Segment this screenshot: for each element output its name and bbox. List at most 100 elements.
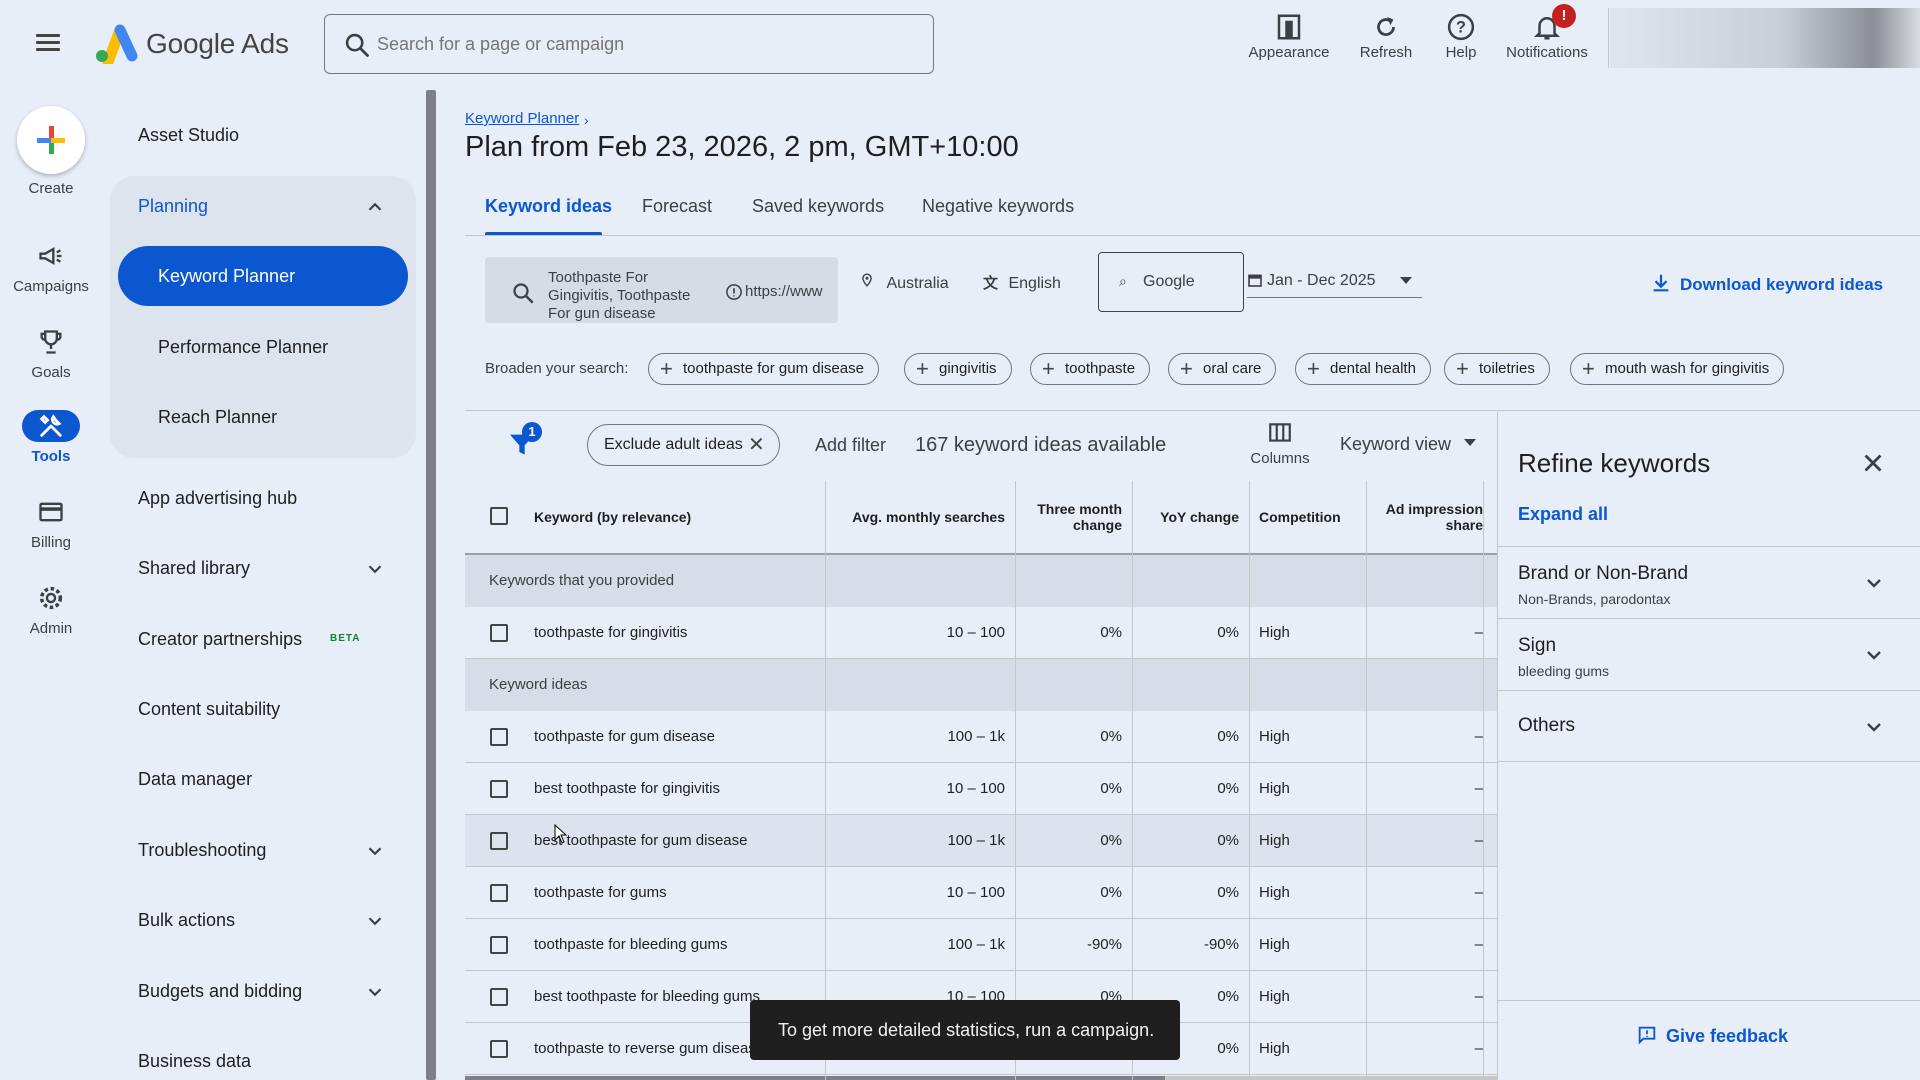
rail-item-tools[interactable]: Tools (2, 410, 100, 484)
language-value: English (1008, 275, 1061, 292)
row-checkbox[interactable] (490, 1040, 508, 1058)
exclude-adult-ideas-chip[interactable]: Exclude adult ideas ✕ (587, 424, 780, 466)
table-row[interactable]: best toothpaste for gum disease 100 – 1k 0… (465, 815, 1497, 867)
broaden-chip[interactable]: + toothpaste for gum disease (648, 353, 879, 385)
three-month-cell: 0% (1100, 728, 1122, 745)
broaden-chip[interactable]: + dental health (1295, 353, 1431, 385)
nav-scrollbar[interactable] (426, 90, 436, 1080)
nav-shared-library[interactable]: Shared library (138, 558, 250, 579)
header-searches[interactable]: Avg. monthly searches (825, 481, 1015, 555)
close-icon[interactable] (1858, 448, 1888, 478)
help-label: Help (1445, 44, 1477, 61)
location-filter[interactable]: Australia (860, 272, 949, 293)
columns-button[interactable]: Columns (1245, 420, 1315, 476)
header-three-month[interactable]: Three month change (1015, 481, 1132, 555)
chevron-down-icon[interactable] (364, 910, 386, 932)
account-area[interactable] (1610, 8, 1920, 68)
header-keyword[interactable]: Keyword (by relevance) (534, 509, 691, 525)
help-button[interactable]: ? Help (1411, 8, 1511, 78)
tab-negative-keywords[interactable]: Negative keywords (922, 196, 1074, 217)
nav-data-manager[interactable]: Data manager (138, 769, 252, 790)
seed-keywords: Toothpaste For Gingivitis, Toothpaste Fo… (548, 269, 691, 322)
chevron-down-icon[interactable] (364, 981, 386, 1003)
row-checkbox[interactable] (490, 624, 508, 642)
header-ad-impression-share[interactable]: Ad impression share (1366, 481, 1497, 555)
plus-icon: + (1180, 356, 1193, 381)
row-checkbox[interactable] (490, 988, 508, 1006)
nav-planning[interactable]: Planning (138, 196, 208, 217)
refine-section-title: Brand or Non-Brand (1518, 563, 1689, 584)
select-all-checkbox[interactable] (490, 507, 508, 525)
broaden-chip[interactable]: + toiletries (1444, 353, 1550, 385)
table-row[interactable]: toothpaste for gingivitis 10 – 100 0% 0% Hig… (465, 607, 1497, 659)
trophy-icon (40, 330, 62, 354)
tab-saved-keywords[interactable]: Saved keywords (752, 196, 884, 217)
refine-section-brand[interactable]: Brand or Non-Brand Non-Brands, parodonta… (1498, 546, 1920, 618)
broaden-chip[interactable]: + gingivitis (904, 353, 1012, 385)
create-button[interactable] (17, 106, 85, 174)
appearance-button[interactable]: Appearance (1239, 8, 1339, 78)
nav-budgets-and-bidding[interactable]: Budgets and bidding (138, 981, 302, 1002)
expand-all-link[interactable]: Expand all (1518, 504, 1608, 525)
chevron-down-icon[interactable] (364, 840, 386, 862)
help-icon: ? (1447, 13, 1475, 41)
keyword-view-select[interactable]: Keyword view (1340, 434, 1477, 455)
nav-keyword-planner[interactable]: Keyword Planner (118, 246, 408, 306)
chevron-down-icon (1867, 579, 1881, 588)
broaden-chip[interactable]: + toothpaste (1030, 353, 1151, 385)
location-value: Australia (886, 275, 949, 292)
row-checkbox[interactable] (490, 936, 508, 954)
rail-item-billing[interactable]: Billing (2, 496, 100, 570)
refine-section-sign[interactable]: Sign bleeding gums (1498, 618, 1920, 690)
broaden-chip[interactable]: + mouth wash for gingivitis (1570, 353, 1785, 385)
broaden-chip[interactable]: + oral care (1168, 353, 1277, 385)
close-icon[interactable]: ✕ (748, 425, 765, 465)
nav-content-suitability[interactable]: Content suitability (138, 699, 280, 720)
download-icon (1653, 274, 1669, 292)
tab-keyword-ideas[interactable]: Keyword ideas (485, 196, 612, 217)
row-checkbox[interactable] (490, 728, 508, 746)
refine-section-others[interactable]: Others (1498, 690, 1920, 762)
header-yoy[interactable]: YoY change (1132, 481, 1249, 555)
add-filter-button[interactable]: Add filter (815, 435, 886, 456)
language-filter[interactable]: 文 English (983, 272, 1061, 293)
table-row[interactable]: toothpaste for gums 10 – 100 0% 0% High – (465, 867, 1497, 919)
network-filter[interactable]: ⌕ Google (1098, 252, 1244, 312)
column-separator (825, 481, 826, 1080)
global-search[interactable] (324, 14, 934, 74)
table-row[interactable]: best toothpaste for gingivitis 10 – 100 0%… (465, 763, 1497, 815)
chevron-up-icon[interactable] (364, 196, 386, 218)
chevron-down-icon[interactable] (364, 558, 386, 580)
row-checkbox[interactable] (490, 780, 508, 798)
breadcrumb[interactable]: Keyword Planner (465, 110, 579, 127)
nav-bulk-actions[interactable]: Bulk actions (138, 910, 235, 931)
table-row[interactable]: toothpaste for bleeding gums 100 – 1k -90%… (465, 919, 1497, 971)
table-horizontal-scrollbar[interactable] (465, 1076, 1165, 1080)
tab-forecast[interactable]: Forecast (642, 196, 712, 217)
nav-asset-studio[interactable]: Asset Studio (138, 125, 239, 146)
nav-creator-partnerships[interactable]: Creator partnerships (138, 629, 302, 650)
search-icon (513, 283, 534, 304)
row-checkbox[interactable] (490, 832, 508, 850)
date-range-select[interactable]: Jan - Dec 2025 (1247, 262, 1422, 298)
download-keyword-ideas[interactable]: Download keyword ideas (1650, 272, 1883, 295)
rail-item-goals[interactable]: Goals (2, 326, 100, 400)
nav-reach-planner[interactable]: Reach Planner (158, 407, 277, 428)
search-input[interactable] (377, 15, 917, 73)
refine-footer-divider (1498, 1000, 1920, 1001)
nav-app-advertising-hub[interactable]: App advertising hub (138, 488, 297, 509)
give-feedback-link[interactable]: Give feedback (1636, 1024, 1788, 1047)
column-separator (1249, 481, 1250, 1080)
nav-business-data[interactable]: Business data (138, 1051, 251, 1072)
notifications-button[interactable]: ! Notifications (1497, 4, 1597, 78)
rail-item-campaigns[interactable]: Campaigns (2, 240, 100, 314)
rail-item-admin[interactable]: Admin (2, 582, 100, 656)
broaden-label: Broaden your search: (485, 360, 629, 377)
nav-troubleshooting[interactable]: Troubleshooting (138, 840, 266, 861)
main-menu-icon[interactable] (36, 30, 64, 58)
row-checkbox[interactable] (490, 884, 508, 902)
nav-performance-planner[interactable]: Performance Planner (158, 337, 328, 358)
header-competition[interactable]: Competition (1249, 481, 1366, 555)
table-row[interactable]: toothpaste for gum disease 100 – 1k 0% 0% Hi… (465, 711, 1497, 763)
seed-keywords-box[interactable]: Toothpaste For Gingivitis, Toothpaste Fo… (485, 257, 838, 323)
